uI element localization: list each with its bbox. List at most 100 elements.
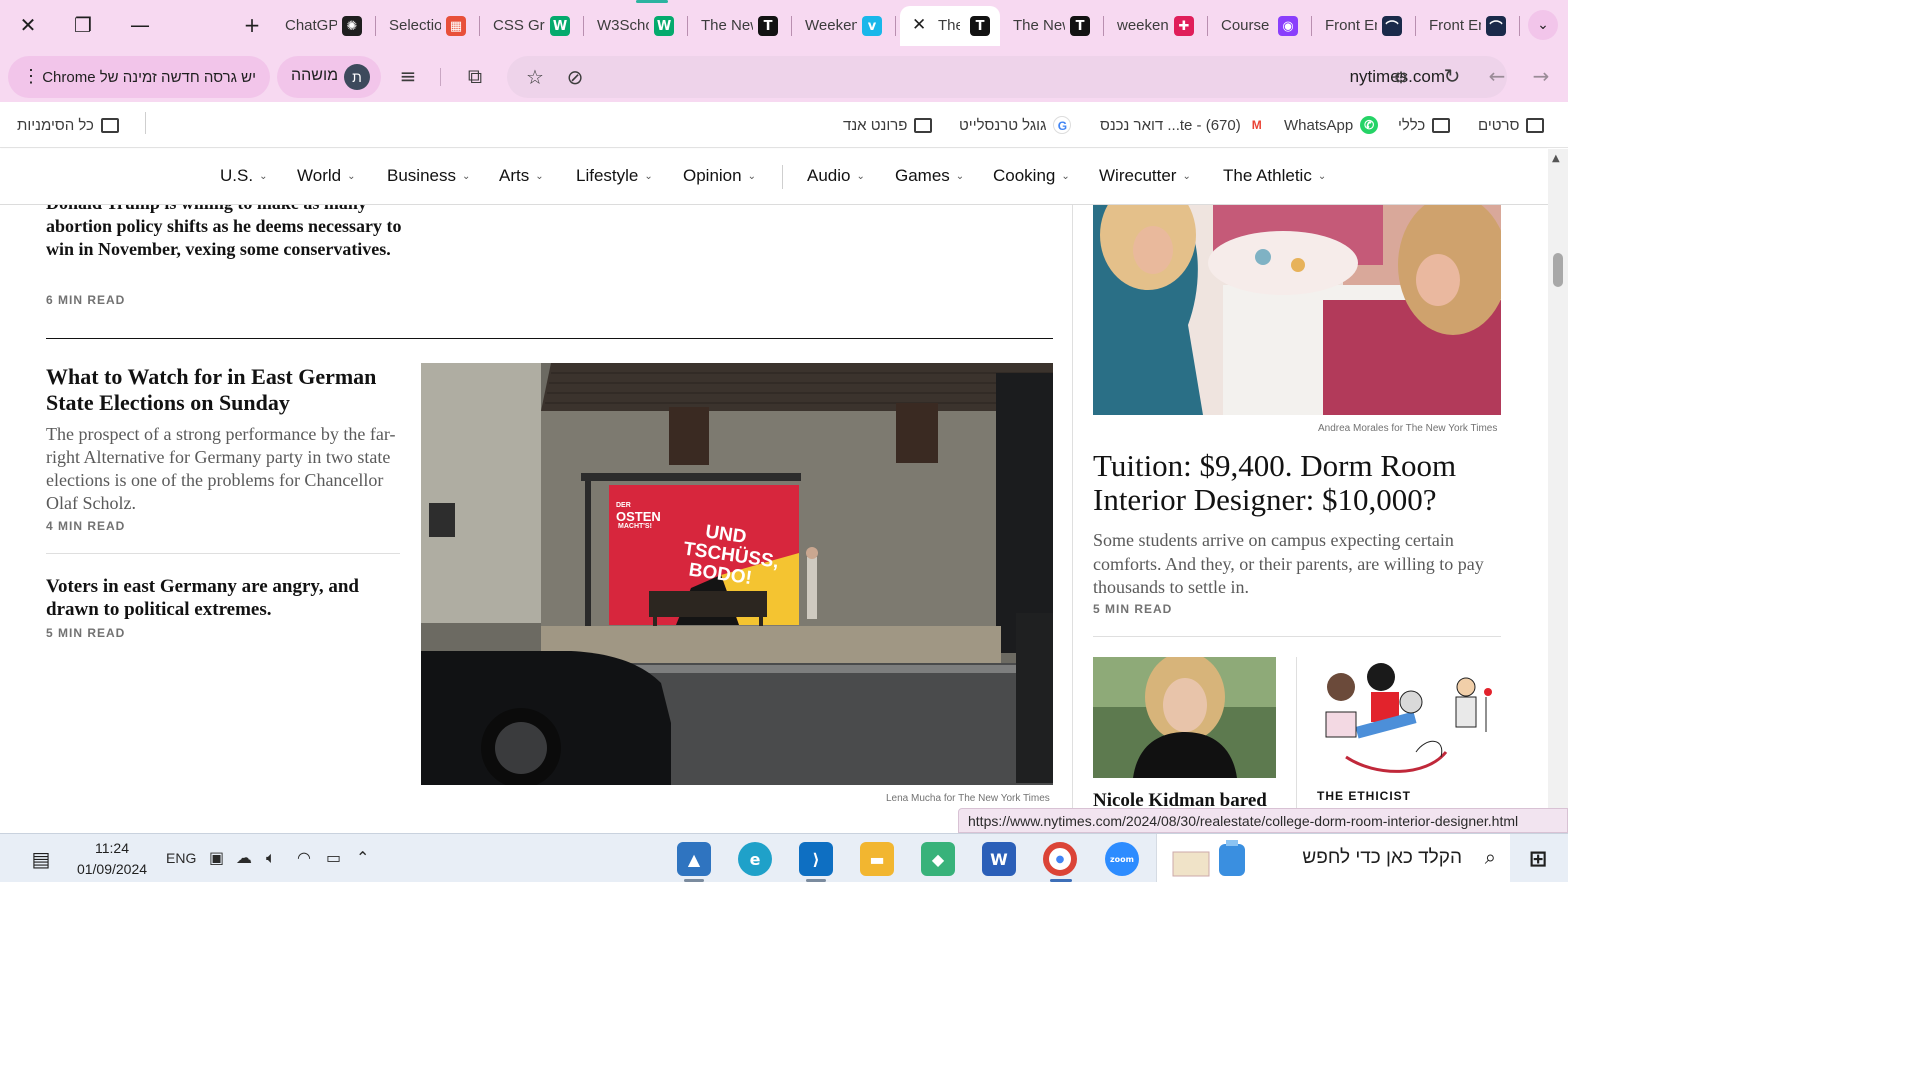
show-hidden-icons-chevron-icon[interactable]: ⌃ [356,848,369,867]
story-headline[interactable]: Voters in east Germany are angry, and dr… [46,575,386,621]
tab-9[interactable]: Course ◉ [1208,6,1312,46]
media-queue-icon[interactable]: ≡ [394,62,422,90]
address-bar[interactable]: ☆ ⊘ nytimes.com ⚙ [507,56,1507,98]
page-scrollbar[interactable]: ▲ [1548,149,1568,833]
chatgpt-icon: ✺ [342,16,362,36]
tab-2[interactable]: CSS Grid W [480,6,584,46]
nav-games[interactable]: Games ⌄ [895,166,964,186]
story-headline[interactable]: Tuition: $9,400. Dorm Room Interior Desi… [1093,449,1513,517]
nav-lifestyle[interactable]: Lifestyle ⌄ [576,166,653,186]
zoom-icon[interactable]: zoom [1105,842,1139,876]
tab-close-icon[interactable]: ✕ [912,15,926,35]
poster-slogan: UND TSCHÜSS, BODO! [681,521,781,590]
nav-world[interactable]: World ⌄ [297,166,355,186]
nav-cooking[interactable]: Cooking ⌄ [993,166,1070,186]
bookmark-whatsapp[interactable]: ✆ WhatsApp [1284,114,1379,136]
tab-label: Weekend [805,17,857,34]
frontend-icon: ⌒ [1382,16,1402,36]
ethicist-label[interactable]: THE ETHICIST [1317,789,1411,803]
tab-4[interactable]: The New York Times T [688,6,792,46]
back-arrow-icon[interactable]: ← [1483,62,1511,90]
bookmark-label: כללי [1398,116,1426,134]
nicole-kidman-photo[interactable] [1093,657,1276,778]
bookmark-general[interactable]: כללי [1398,114,1451,136]
nav-us[interactable]: U.S. ⌄ [220,166,267,186]
tab-8[interactable]: weekend ✚ [1104,6,1208,46]
folder-icon [1526,117,1545,133]
bookmark-movies[interactable]: סרטים [1478,114,1545,136]
tab-11[interactable]: Front End ⌒ [1416,6,1520,46]
search-icon: ⌕ [1484,845,1496,869]
notifications-icon[interactable]: ▤ [24,842,58,876]
restore-window-icon[interactable]: ❐ [68,10,98,40]
story-summary: The prospect of a strong performance by … [46,424,396,513]
wifi-icon[interactable]: ◠ [297,848,311,867]
chrome-icon[interactable]: ● [1043,842,1077,876]
reload-icon[interactable]: ↻ [1438,62,1466,90]
tab-separator [1519,16,1520,36]
file-explorer-icon[interactable]: ▬ [860,842,894,876]
tab-3[interactable]: W3Schools W [584,6,688,46]
chevron-down-icon: ⌄ [461,171,471,182]
word-icon[interactable]: W [982,842,1016,876]
tab-1[interactable]: Selection ▦ [376,6,480,46]
taskbar-clock[interactable]: 11:24 01/09/2024 [70,838,154,880]
bookmark-frontend[interactable]: פרונט אנד [843,114,933,136]
story-headline[interactable]: What to Watch for in East German State E… [46,364,386,416]
tab-5[interactable]: Weekend v [792,6,896,46]
extensions-icon[interactable]: ⧉ [461,62,489,90]
all-bookmarks-button[interactable]: כל הסימניות [17,114,119,136]
tab-10[interactable]: Front End ⌒ [1312,6,1416,46]
nav-opinion[interactable]: Opinion ⌄ [683,166,756,186]
nav-audio[interactable]: Audio ⌄ [807,166,865,186]
scroll-thumb[interactable] [1553,253,1563,287]
tab-7[interactable]: The New York Times T [1000,6,1104,46]
app-running-indicator [806,879,826,882]
language-indicator[interactable]: ENG [166,850,196,866]
nav-arts[interactable]: Arts ⌄ [499,166,544,186]
bookmark-google-translate[interactable]: G גוגל טרנסלייט [959,114,1072,136]
nav-the-athletic[interactable]: The Athletic ⌄ [1223,166,1326,186]
nav-business[interactable]: Business ⌄ [387,166,470,186]
poster-text-small: DER [616,502,631,509]
tab-6[interactable]: ✕ The New York Times T [900,6,1000,46]
chevron-down-icon: ⌄ [856,171,865,182]
bookmarks-divider [145,112,146,134]
profile-avatar: ת [344,64,370,90]
site-settings-icon[interactable]: ⚙ [1387,63,1415,91]
git-app-icon[interactable]: ◆ [921,842,955,876]
windows-start-icon[interactable]: ⊞ [1521,842,1555,876]
tab-0[interactable]: ChatGPT ✺ [272,6,376,46]
photos-app-icon[interactable]: ▲ [677,842,711,876]
new-tab-icon[interactable]: + [237,10,267,40]
story-headline[interactable]: Donald Trump is willing to make as many … [46,205,406,261]
battery-icon[interactable]: ▭ [326,848,341,867]
bookmark-label: (670) - te... דואר נכנס [1100,116,1241,134]
forward-arrow-icon[interactable]: → [1527,62,1555,90]
more-menu-icon[interactable]: ⋮ [22,66,40,87]
nav-wirecutter[interactable]: Wirecutter ⌄ [1099,166,1191,186]
tab-search-chevron-icon[interactable]: ⌄ [1528,10,1558,40]
tab-label: ChatGPT [285,17,337,34]
taskbar-search-box[interactable]: הקלד כאן כדי לחפש ⌕ [1156,834,1510,882]
scroll-up-icon[interactable]: ▲ [1552,153,1560,164]
column-divider [1072,205,1073,833]
minimize-window-icon[interactable]: — [125,10,155,40]
dorm-room-photo[interactable] [1093,205,1501,415]
toolbar-divider [440,68,441,86]
east-germany-bus-stop-photo[interactable]: DER OSTEN MACHT'S! UND TSCHÜSS, BODO! [421,363,1053,785]
bookmark-star-icon[interactable]: ☆ [521,63,549,91]
tab-label: The New York Times [701,17,753,34]
profile-button[interactable]: מושהה ת [277,56,381,98]
edge-browser-icon[interactable]: e [738,842,772,876]
ethicist-illustration[interactable] [1316,657,1501,777]
meet-now-icon[interactable]: ▣ [209,848,224,867]
bookmark-label: גוגל טרנסלייט [959,116,1047,134]
vscode-icon[interactable]: ⟩ [799,842,833,876]
close-window-icon[interactable]: ✕ [13,10,43,40]
volume-icon[interactable]: 🔈︎ [266,848,276,868]
eye-slash-icon[interactable]: ⊘ [561,63,589,91]
bookmark-gmail[interactable]: M (670) - te... דואר נכנס [1100,114,1266,136]
onedrive-icon[interactable]: ☁ [236,848,252,867]
chrome-update-button[interactable]: יש גרסה חדשה זמינה של Chrome ⋮ [8,56,270,98]
